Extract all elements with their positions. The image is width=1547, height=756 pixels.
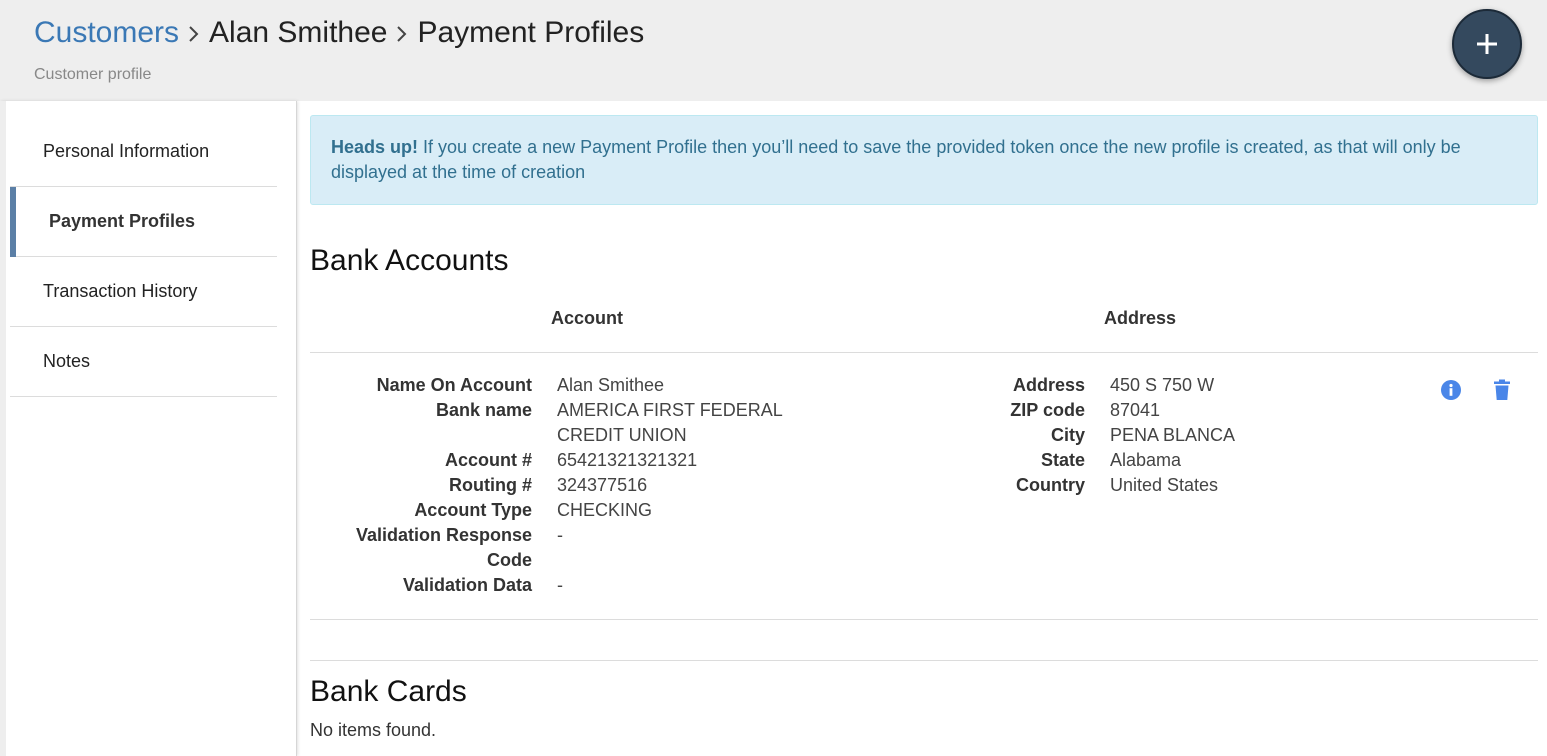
detail-value: 324377516: [557, 475, 648, 495]
detail-label: Country: [1016, 475, 1085, 495]
detail-label: Account Type: [414, 500, 532, 520]
detail-label: Routing #: [449, 475, 532, 495]
detail-row: Name On Account Alan Smithee: [340, 373, 807, 398]
breadcrumb-current-page: Payment Profiles: [417, 16, 645, 49]
detail-value: -: [557, 575, 563, 595]
row-divider: [310, 619, 1538, 620]
detail-row: City PENA BLANCA: [950, 423, 1410, 448]
detail-row: Routing # 324377516: [340, 473, 807, 498]
table-header-divider: [310, 352, 1538, 353]
detail-row: Account # 65421321321321: [340, 448, 807, 473]
plus-icon: [1477, 34, 1497, 54]
detail-label: City: [1050, 425, 1085, 445]
alert-text: If you create a new Payment Profile then…: [331, 137, 1461, 182]
detail-row: ZIP code 87041: [950, 398, 1410, 423]
detail-label: ZIP code: [1010, 400, 1085, 420]
detail-row: Validation Response Code -: [340, 523, 807, 573]
trash-icon: [1494, 379, 1510, 400]
detail-value: Alabama: [1110, 450, 1182, 470]
info-icon: [1441, 380, 1461, 400]
add-payment-profile-button[interactable]: [1452, 9, 1522, 79]
breadcrumb-customers-link[interactable]: Customers: [34, 14, 179, 52]
detail-value: PENA BLANCA: [1110, 425, 1236, 445]
detail-value: -: [557, 525, 563, 545]
detail-value: United States: [1110, 475, 1219, 495]
detail-label: Validation Data: [402, 575, 532, 595]
detail-row: Bank name AMERICA FIRST FEDERAL CREDIT U…: [340, 398, 807, 448]
detail-value: 450 S 750 W: [1110, 375, 1215, 395]
detail-row: Account Type CHECKING: [340, 498, 807, 523]
address-details: Address 450 S 750 W ZIP code 87041 City …: [950, 373, 1410, 498]
sidebar-item-transaction-history[interactable]: Transaction History: [10, 257, 277, 327]
breadcrumb: Customers Alan Smithee Payment Profiles: [34, 14, 644, 52]
info-button[interactable]: [1440, 379, 1462, 406]
account-details: Name On Account Alan Smithee Bank name A…: [340, 373, 807, 598]
breadcrumb-customer-name[interactable]: Alan Smithee: [209, 14, 387, 52]
bank-cards-title: Bank Cards: [310, 675, 467, 708]
detail-row: Validation Data -: [340, 573, 807, 598]
page-header: Customers Alan Smithee Payment Profiles …: [0, 0, 1547, 101]
detail-value: 87041: [1110, 400, 1161, 420]
detail-label: Address: [1012, 375, 1085, 395]
detail-row: Country United States: [950, 473, 1410, 498]
chevron-right-icon: [179, 14, 209, 52]
sidebar: Personal Information Payment Profiles Tr…: [0, 101, 297, 756]
detail-value: 65421321321321: [557, 450, 698, 470]
section-divider: [310, 660, 1538, 661]
empty-state-text: No items found.: [310, 720, 437, 740]
sidebar-item-payment-profiles[interactable]: Payment Profiles: [10, 187, 277, 257]
detail-label: Validation Response Code: [355, 525, 532, 570]
detail-value: AMERICA FIRST FEDERAL CREDIT UNION: [557, 400, 783, 445]
detail-label: Account #: [444, 450, 532, 470]
detail-label: Name On Account: [376, 375, 532, 395]
detail-label: State: [1040, 450, 1085, 470]
account-column-header: Account: [551, 308, 623, 328]
alert-heading: Heads up!: [331, 137, 419, 157]
page-subtitle: Customer profile: [34, 66, 152, 83]
detail-row: State Alabama: [950, 448, 1410, 473]
address-column-header: Address: [1104, 308, 1177, 328]
sidebar-item-notes[interactable]: Notes: [10, 327, 277, 397]
chevron-right-icon: [387, 14, 417, 52]
bank-accounts-title: Bank Accounts: [310, 244, 509, 277]
detail-value: Alan Smithee: [557, 375, 665, 395]
sidebar-edge: [0, 101, 6, 756]
sidebar-nav: Personal Information Payment Profiles Tr…: [10, 117, 277, 397]
sidebar-item-personal-information[interactable]: Personal Information: [10, 117, 277, 187]
detail-value: CHECKING: [557, 500, 653, 520]
detail-label: Bank name: [435, 400, 532, 420]
detail-row: Address 450 S 750 W: [950, 373, 1410, 398]
delete-button[interactable]: [1493, 379, 1511, 406]
info-alert: Heads up! If you create a new Payment Pr…: [310, 115, 1538, 205]
